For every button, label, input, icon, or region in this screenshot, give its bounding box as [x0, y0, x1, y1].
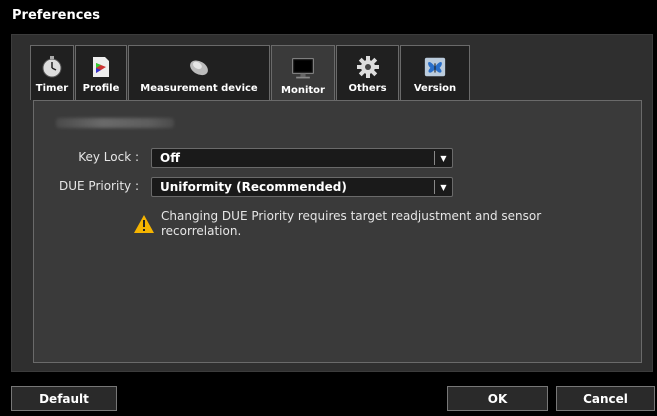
warning-icon [133, 214, 155, 234]
preferences-panel: Timer Profile Measurement device Monitor… [11, 34, 653, 372]
chevron-down-icon[interactable]: ▼ [434, 180, 452, 194]
butterfly-icon [423, 55, 447, 79]
key-lock-select[interactable]: Off ▼ [151, 148, 453, 168]
tab-label: Measurement device [140, 83, 258, 94]
chevron-down-icon[interactable]: ▼ [434, 151, 452, 165]
tab-label: Others [348, 83, 387, 94]
tab-label: Timer [35, 83, 69, 94]
cancel-button[interactable]: Cancel [556, 386, 655, 411]
profile-icon [89, 55, 113, 79]
tab-profile[interactable]: Profile [75, 45, 127, 100]
gear-icon [356, 55, 380, 79]
tab-measurement-device[interactable]: Measurement device [128, 45, 270, 100]
tab-others[interactable]: Others [336, 45, 399, 100]
tab-bar: Timer Profile Measurement device Monitor… [30, 45, 471, 102]
due-priority-value: Uniformity (Recommended) [160, 180, 347, 194]
window-title: Preferences [12, 8, 100, 23]
sensor-icon [187, 55, 211, 79]
default-button[interactable]: Default [11, 386, 117, 411]
tab-version[interactable]: Version [400, 45, 470, 100]
tab-label: Monitor [281, 85, 325, 96]
stopwatch-icon [40, 55, 64, 79]
tab-label: Version [413, 83, 457, 94]
blurred-heading [56, 118, 174, 128]
tab-label: Profile [82, 83, 120, 94]
tab-monitor[interactable]: Monitor [271, 45, 335, 102]
key-lock-label: Key Lock : [78, 150, 139, 164]
tab-timer[interactable]: Timer [30, 45, 74, 100]
warning-message: Changing DUE Priority requires target re… [161, 209, 542, 238]
monitor-settings-content: Key Lock : Off ▼ DUE Priority : Uniformi… [33, 100, 642, 363]
key-lock-value: Off [160, 151, 180, 165]
due-priority-label: DUE Priority : [59, 179, 139, 193]
monitor-icon [291, 57, 315, 81]
due-priority-select[interactable]: Uniformity (Recommended) ▼ [151, 177, 453, 197]
ok-button[interactable]: OK [447, 386, 548, 411]
